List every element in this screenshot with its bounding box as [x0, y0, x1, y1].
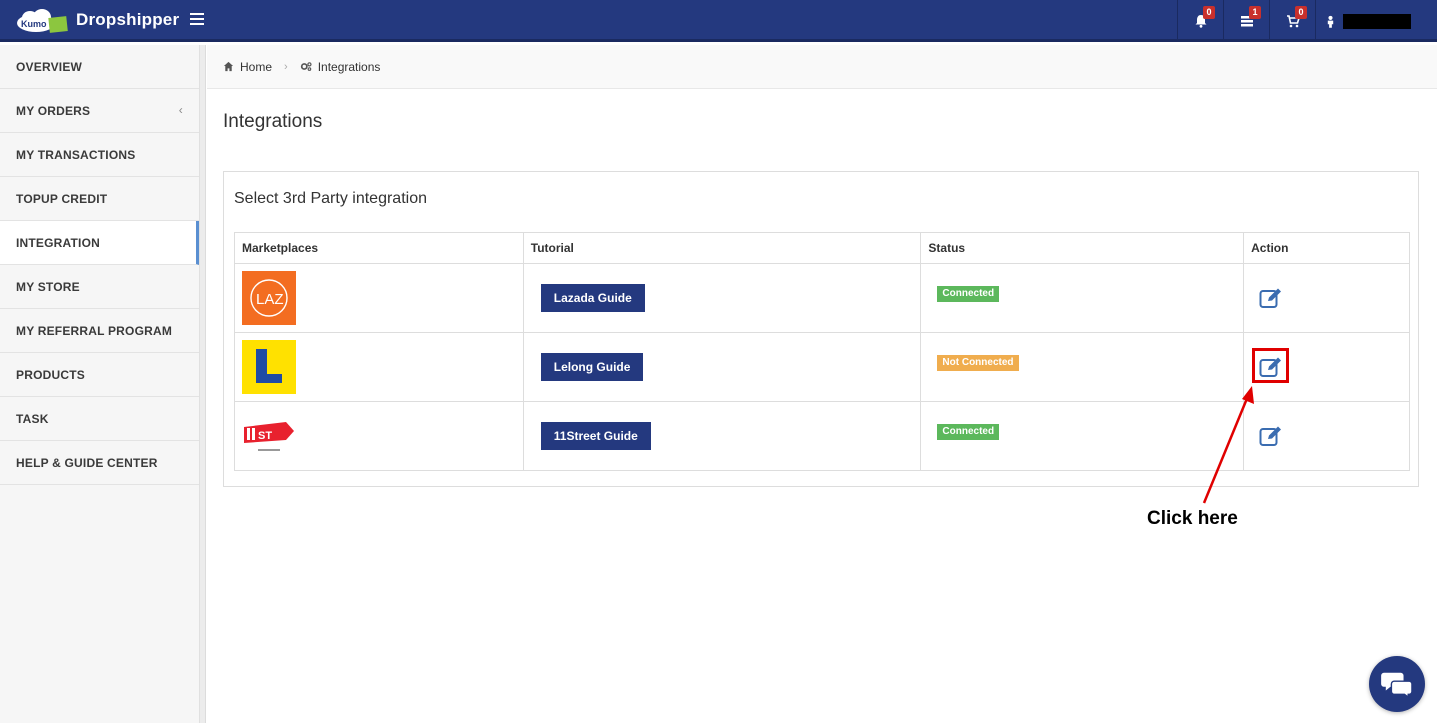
svg-text:ST: ST [258, 430, 272, 442]
table-row-lazada: LAZ Lazada Guide Connected [234, 263, 1410, 333]
lelong-logo-icon: L [242, 340, 296, 394]
chat-button[interactable] [1369, 656, 1425, 712]
panel-title: Select 3rd Party integration [234, 190, 427, 207]
notifications-badge: 0 [1203, 6, 1215, 19]
hamburger-menu-icon[interactable] [190, 13, 204, 27]
sidebar-item-my-referral-program[interactable]: MY REFERRAL PROGRAM [0, 309, 199, 353]
breadcrumb: Home › Integrations [207, 45, 1437, 89]
home-icon [223, 61, 234, 72]
sidebar-item-products[interactable]: PRODUCTS [0, 353, 199, 397]
chevron-left-icon: ‹ [178, 103, 183, 117]
user-menu[interactable] [1315, 0, 1437, 42]
column-header-action: Action [1243, 232, 1410, 264]
chat-bubbles-icon [1381, 672, 1413, 698]
lazada-guide-button[interactable]: Lazada Guide [540, 284, 645, 312]
lazada-logo-icon: LAZ [242, 271, 296, 325]
cart-badge: 0 [1295, 6, 1307, 19]
11street-logo-icon: ST [242, 409, 296, 463]
11street-guide-button[interactable]: 11Street Guide [540, 422, 651, 450]
messages-button[interactable]: 1 [1223, 0, 1269, 42]
page-title: Integrations [223, 111, 323, 132]
status-badge: Connected [937, 423, 1000, 440]
sidebar: OVERVIEW MY ORDERS ‹ MY TRANSACTIONS TOPU… [0, 45, 200, 723]
sidebar-item-integration[interactable]: INTEGRATION [0, 221, 199, 265]
edit-button[interactable] [1258, 285, 1284, 311]
sidebar-item-overview[interactable]: OVERVIEW [0, 45, 199, 89]
kumoten-logo-icon[interactable]: Kumo [16, 8, 70, 34]
sidebar-item-my-store[interactable]: MY STORE [0, 265, 199, 309]
sidebar-resize-handle[interactable] [200, 45, 206, 723]
sidebar-item-my-transactions[interactable]: MY TRANSACTIONS [0, 133, 199, 177]
annotation-arrow-icon [1202, 386, 1254, 504]
brand-name[interactable]: Dropshipper [76, 10, 179, 30]
status-badge: Not Connected [937, 354, 1019, 371]
click-here-label: Click here [1147, 508, 1238, 529]
sidebar-item-help-guide-center[interactable]: HELP & GUIDE CENTER [0, 441, 199, 485]
svg-text:Kumo: Kumo [21, 19, 47, 29]
column-header-marketplaces: Marketplaces [234, 232, 524, 264]
svg-text:LAZ: LAZ [256, 291, 284, 308]
sidebar-item-topup-credit[interactable]: TOPUP CREDIT [0, 177, 199, 221]
cart-button[interactable]: 0 [1269, 0, 1315, 42]
breadcrumb-home[interactable]: Home [223, 60, 272, 74]
top-header: Kumo Dropshipper 0 1 0 [0, 0, 1437, 42]
cogs-icon [300, 62, 312, 71]
notifications-button[interactable]: 0 [1177, 0, 1223, 42]
user-icon [1327, 15, 1334, 28]
highlight-box [1252, 348, 1289, 383]
sidebar-item-task[interactable]: TASK [0, 397, 199, 441]
messages-badge: 1 [1249, 6, 1261, 19]
user-name-redacted [1343, 13, 1411, 29]
column-header-status: Status [920, 232, 1245, 264]
status-badge: Connected [937, 285, 1000, 302]
edit-icon [1259, 288, 1282, 308]
breadcrumb-integrations[interactable]: Integrations [300, 60, 380, 74]
sidebar-item-my-orders[interactable]: MY ORDERS ‹ [0, 89, 199, 133]
lelong-guide-button[interactable]: Lelong Guide [540, 353, 644, 381]
column-header-tutorial: Tutorial [522, 232, 922, 264]
breadcrumb-separator-icon: › [284, 60, 288, 73]
